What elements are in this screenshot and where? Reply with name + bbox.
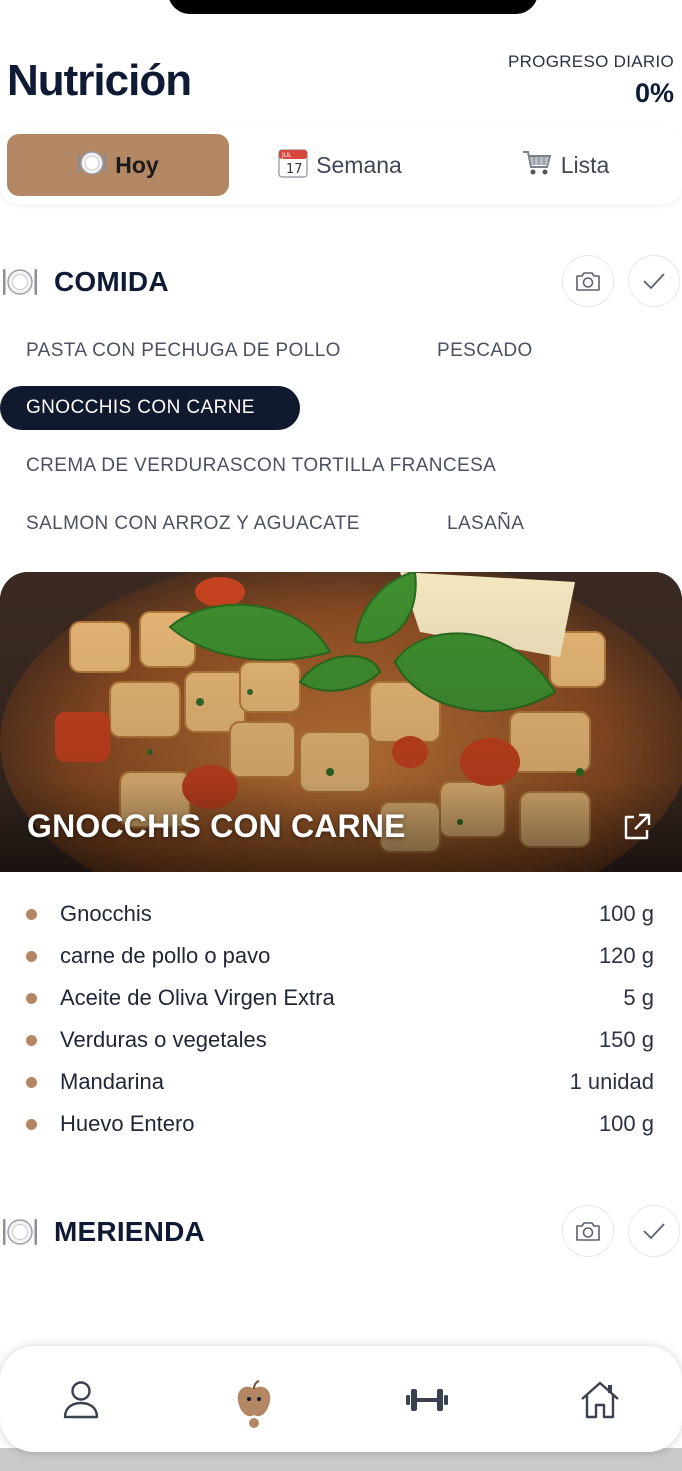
ingredient-name: Aceite de Oliva Virgen Extra bbox=[60, 985, 335, 1010]
meal-option[interactable]: SALMON CON ARROZ Y AGUACATE bbox=[0, 502, 386, 546]
tab-hoy[interactable]: Hoy bbox=[7, 134, 229, 196]
bullet-dot bbox=[26, 1077, 37, 1088]
meal-title: MERIENDA bbox=[54, 1216, 205, 1247]
check-button[interactable] bbox=[628, 1205, 680, 1257]
calendar-month-text: JUL bbox=[281, 152, 292, 159]
check-icon bbox=[643, 1223, 665, 1240]
ingredient-qty: 100 g bbox=[598, 901, 654, 926]
ingredient-qty: 120 g bbox=[598, 943, 654, 968]
ingredient-row: Gnocchis 100 g bbox=[0, 893, 682, 935]
ingredient-name: Huevo Entero bbox=[60, 1111, 195, 1136]
check-icon bbox=[643, 273, 665, 290]
bullet-dot bbox=[26, 993, 37, 1004]
nav-profile[interactable] bbox=[51, 1370, 111, 1430]
meal-option[interactable]: LASAÑA bbox=[421, 502, 550, 546]
calendar-icon: JUL 17 bbox=[278, 148, 308, 182]
ingredient-qty: 1 unidad bbox=[569, 1069, 654, 1094]
meal-option-selected[interactable]: GNOCCHIS CON CARNE bbox=[0, 386, 300, 430]
ingredient-qty: 5 g bbox=[623, 985, 654, 1010]
ingredient-row: Aceite de Oliva Virgen Extra 5 g bbox=[0, 977, 682, 1019]
tab-bar: Hoy JUL 17 Semana Lista bbox=[0, 128, 682, 204]
nav-training[interactable] bbox=[397, 1370, 457, 1430]
camera-icon bbox=[576, 1222, 600, 1241]
meal-option[interactable]: PESCADO bbox=[411, 329, 559, 373]
header: Nutrición PROGRESO DIARIO 0% bbox=[0, 50, 682, 112]
plate-icon bbox=[2, 1217, 38, 1247]
house-icon bbox=[581, 1381, 619, 1419]
tab-lista[interactable]: Lista bbox=[490, 134, 640, 196]
nav-home[interactable] bbox=[570, 1370, 630, 1430]
page-title: Nutrición bbox=[7, 56, 192, 105]
meal-option[interactable]: PASTA CON PECHUGA DE POLLO bbox=[0, 329, 367, 373]
ingredient-row: Huevo Entero 100 g bbox=[0, 1103, 682, 1145]
tab-lista-label: Lista bbox=[560, 151, 610, 178]
camera-icon bbox=[576, 272, 600, 291]
nutrition-screen: Nutrición PROGRESO DIARIO 0% Hoy JUL 17 … bbox=[0, 0, 682, 1471]
check-button[interactable] bbox=[628, 255, 680, 307]
dumbbell-icon bbox=[406, 1389, 448, 1411]
ingredient-qty: 100 g bbox=[598, 1111, 654, 1136]
meal-title: COMIDA bbox=[54, 266, 169, 297]
bullet-dot bbox=[26, 909, 37, 920]
meal-option[interactable]: CREMA DE VERDURASCON TORTILLA FRANCESA bbox=[0, 444, 522, 488]
person-icon bbox=[63, 1381, 99, 1419]
tab-semana[interactable]: JUL 17 Semana bbox=[250, 134, 430, 196]
ingredient-list: Gnocchis 100 g carne de pollo o pavo 120… bbox=[0, 893, 682, 1145]
ingredient-qty: 150 g bbox=[598, 1027, 654, 1052]
device-notch bbox=[168, 0, 538, 14]
ingredient-name: carne de pollo o pavo bbox=[60, 943, 271, 968]
tab-hoy-label: Hoy bbox=[115, 151, 159, 178]
tab-semana-label: Semana bbox=[316, 151, 402, 178]
bottom-nav bbox=[0, 1346, 682, 1452]
active-indicator-dot bbox=[249, 1418, 259, 1428]
external-link-icon[interactable] bbox=[620, 810, 654, 844]
ingredient-name: Verduras o vegetales bbox=[60, 1027, 267, 1052]
apple-icon bbox=[237, 1379, 271, 1417]
bullet-dot bbox=[26, 1035, 37, 1046]
plate-icon bbox=[77, 150, 107, 180]
progress-value: 0% bbox=[634, 78, 674, 108]
ingredient-row: carne de pollo o pavo 120 g bbox=[0, 935, 682, 977]
ingredient-row: Verduras o vegetales 150 g bbox=[0, 1019, 682, 1061]
plate-icon bbox=[2, 267, 38, 297]
calendar-day-text: 17 bbox=[286, 162, 303, 177]
bullet-dot bbox=[26, 1119, 37, 1130]
progress-label: PROGRESO DIARIO bbox=[507, 52, 674, 71]
ingredient-row: Mandarina 1 unidad bbox=[0, 1061, 682, 1103]
bullet-dot bbox=[26, 951, 37, 962]
meal-header-merienda: MERIENDA bbox=[0, 1205, 682, 1261]
camera-button[interactable] bbox=[562, 255, 614, 307]
recipe-title: GNOCCHIS CON CARNE bbox=[27, 808, 406, 844]
camera-button[interactable] bbox=[562, 1205, 614, 1257]
cart-icon bbox=[521, 149, 553, 181]
ingredient-name: Mandarina bbox=[60, 1069, 164, 1094]
ingredient-name: Gnocchis bbox=[60, 901, 152, 926]
meal-header-comida: COMIDA bbox=[0, 255, 682, 311]
